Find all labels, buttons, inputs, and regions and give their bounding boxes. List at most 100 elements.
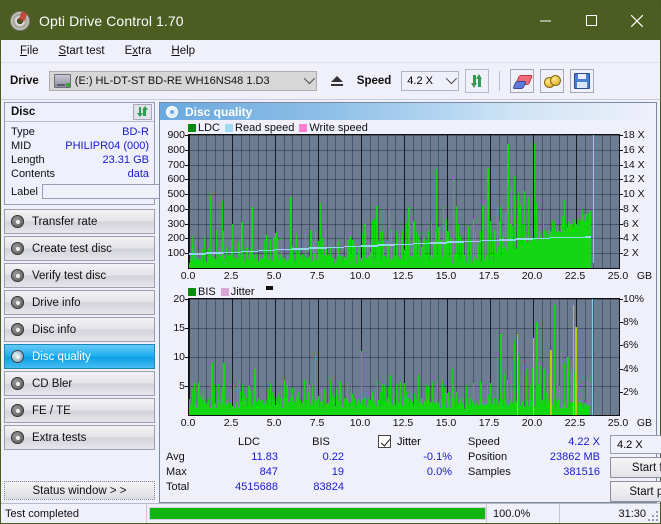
sidebar: Disc Type BD-R MID PHILIPR04 (000) Lengt… bbox=[1, 100, 158, 503]
eject-button[interactable] bbox=[323, 69, 351, 93]
start-full-button[interactable]: Start full bbox=[610, 457, 661, 478]
read-speed-line bbox=[223, 252, 240, 254]
read-speed-line bbox=[258, 250, 275, 252]
sidebar-item-transfer-rate[interactable]: Transfer rate bbox=[4, 209, 155, 234]
sidebar-item-verify-test-disc[interactable]: Verify test disc bbox=[4, 263, 155, 288]
maximize-button[interactable] bbox=[568, 1, 614, 40]
x-tick-label: 5.0 bbox=[267, 270, 282, 282]
test-speed-select-value: 4.2 X bbox=[617, 439, 643, 451]
legend-item-read-speed: Read speed bbox=[225, 122, 294, 134]
erase-button[interactable] bbox=[510, 69, 534, 93]
menu-item-extra[interactable]: Extra bbox=[115, 43, 162, 59]
chart-bis-plot[interactable] bbox=[188, 298, 620, 416]
page-title: Disc quality bbox=[185, 105, 252, 119]
disc-icon bbox=[11, 242, 24, 255]
sidebar-item-disc-info[interactable]: Disc info bbox=[4, 317, 155, 342]
x-tick-label: 7.5 bbox=[310, 417, 325, 429]
read-speed-line bbox=[292, 248, 309, 250]
stats-speed-key: Speed bbox=[468, 436, 526, 448]
y-tick-label: 10 bbox=[173, 351, 185, 363]
disc-icon bbox=[11, 377, 24, 390]
stats-panel: LDC BIS Jitter Avg 11.83 0.22 -0.1% Max bbox=[160, 430, 656, 502]
x-tick-label: 20.0 bbox=[522, 417, 542, 429]
y-tick-label-right: 12 X bbox=[623, 173, 645, 185]
chart-bis-y-axis-left: 5 10 15 20 bbox=[162, 298, 188, 416]
x-axis-unit: GB bbox=[637, 270, 652, 282]
stats-position-value: 23862 MB bbox=[526, 451, 600, 463]
stats-row-max-key: Max bbox=[166, 466, 210, 478]
disc-refresh-button[interactable] bbox=[133, 104, 152, 120]
minimize-button[interactable] bbox=[522, 1, 568, 40]
legend-item-write-speed: Write speed bbox=[299, 122, 368, 134]
y-tick-label: 100 bbox=[167, 247, 185, 259]
legend-label-write-speed: Write speed bbox=[309, 122, 368, 134]
progress-percent: 100.0% bbox=[486, 504, 559, 523]
drive-select[interactable]: (E:) HL-DT-ST BD-RE WH16NS48 1.D3 bbox=[49, 71, 317, 91]
x-tick-label: 20.0 bbox=[522, 270, 542, 282]
disc-panel: Disc Type BD-R MID PHILIPR04 (000) Lengt… bbox=[4, 102, 155, 205]
y-tick-label-right: 8% bbox=[623, 316, 638, 328]
x-tick-label: 17.5 bbox=[479, 270, 499, 282]
sidebar-item-disc-quality[interactable]: Disc quality bbox=[4, 344, 155, 369]
menu-item-start-test[interactable]: Start test bbox=[49, 43, 115, 59]
x-tick-label: 25.0 bbox=[608, 417, 628, 429]
chevron-down-icon bbox=[304, 73, 315, 84]
stats-row-total-ldc: 4515688 bbox=[210, 481, 288, 493]
read-speed-line bbox=[585, 236, 592, 238]
close-button[interactable] bbox=[614, 1, 660, 40]
stats-row-total-key: Total bbox=[166, 481, 210, 493]
save-button[interactable] bbox=[570, 69, 594, 93]
y-tick-label: 300 bbox=[167, 218, 185, 230]
sidebar-item-label: Extra tests bbox=[32, 432, 86, 444]
sidebar-item-cd-bler[interactable]: CD Bler bbox=[4, 371, 155, 396]
start-part-button[interactable]: Start part bbox=[610, 481, 661, 502]
x-tick-label: 5.0 bbox=[267, 417, 282, 429]
disc-icon bbox=[11, 269, 24, 282]
y-tick-label: 800 bbox=[167, 144, 185, 156]
refresh-button[interactable] bbox=[465, 69, 489, 93]
chart-ldc-plot[interactable] bbox=[188, 134, 620, 269]
menu-item-help[interactable]: Help bbox=[161, 43, 205, 59]
x-tick-label: 12.5 bbox=[393, 270, 413, 282]
sidebar-item-extra-tests[interactable]: Extra tests bbox=[4, 425, 155, 450]
menu-item-file[interactable]: File bbox=[10, 43, 49, 59]
disc-icon bbox=[11, 296, 24, 309]
speed-select-value: 4.2 X bbox=[407, 75, 433, 87]
y-tick-label: 20 bbox=[173, 293, 185, 305]
y-tick-label: 700 bbox=[167, 159, 185, 171]
menu-label-start-test-rest: tart test bbox=[66, 45, 104, 57]
test-speed-select[interactable]: 4.2 X bbox=[610, 435, 661, 454]
read-speed-line bbox=[413, 243, 430, 245]
x-tick-label: 10.0 bbox=[350, 417, 370, 429]
drive-select-value: (E:) HL-DT-ST BD-RE WH16NS48 1.D3 bbox=[75, 75, 270, 87]
y-tick-label-right: 18 X bbox=[623, 129, 645, 141]
progress-bar-fill bbox=[150, 508, 485, 519]
stats-header-bis: BIS bbox=[288, 436, 354, 448]
disc-label-key: Label bbox=[11, 186, 38, 198]
jitter-checkbox[interactable] bbox=[378, 435, 391, 448]
sidebar-item-create-test-disc[interactable]: Create test disc bbox=[4, 236, 155, 261]
read-speed-line bbox=[567, 237, 584, 239]
y-tick-label-right: 16 X bbox=[623, 144, 645, 156]
resize-grip[interactable] bbox=[648, 511, 658, 521]
chart-bis-plotrow: 5 10 15 20 2% 4% 6% 8% 10% bbox=[162, 298, 654, 416]
sidebar-item-drive-info[interactable]: Drive info bbox=[4, 290, 155, 315]
toolbar-separator bbox=[499, 71, 500, 91]
bitsetting-button[interactable] bbox=[540, 69, 564, 93]
disc-info-rows: Type BD-R MID PHILIPR04 (000) Length 23.… bbox=[5, 122, 154, 204]
y-tick-label-right: 6% bbox=[623, 339, 638, 351]
sidebar-item-fe-te[interactable]: FE / TE bbox=[4, 398, 155, 423]
legend-drag-handle[interactable] bbox=[266, 286, 273, 290]
read-speed-line bbox=[275, 249, 292, 251]
speed-select[interactable]: 4.2 X bbox=[401, 71, 459, 91]
main-box: Disc quality LDC Read speed Write speed … bbox=[159, 102, 657, 503]
status-window-button[interactable]: Status window > > bbox=[4, 481, 155, 500]
read-speed-line bbox=[361, 245, 378, 247]
progress-area bbox=[146, 504, 486, 523]
disc-panel-header: Disc bbox=[5, 103, 154, 122]
chart-bis-x-axis: 0.0 2.5 5.0 7.5 10.0 12.5 15.0 17.5 20.0 22.5 25.0… bbox=[188, 416, 620, 430]
sidebar-item-label: Disc quality bbox=[32, 351, 91, 363]
legend-label-jitter: Jitter bbox=[231, 286, 255, 298]
stats-row-avg-jitter: -0.1% bbox=[378, 451, 462, 463]
disc-row-mid: MID PHILIPR04 (000) bbox=[11, 139, 149, 153]
